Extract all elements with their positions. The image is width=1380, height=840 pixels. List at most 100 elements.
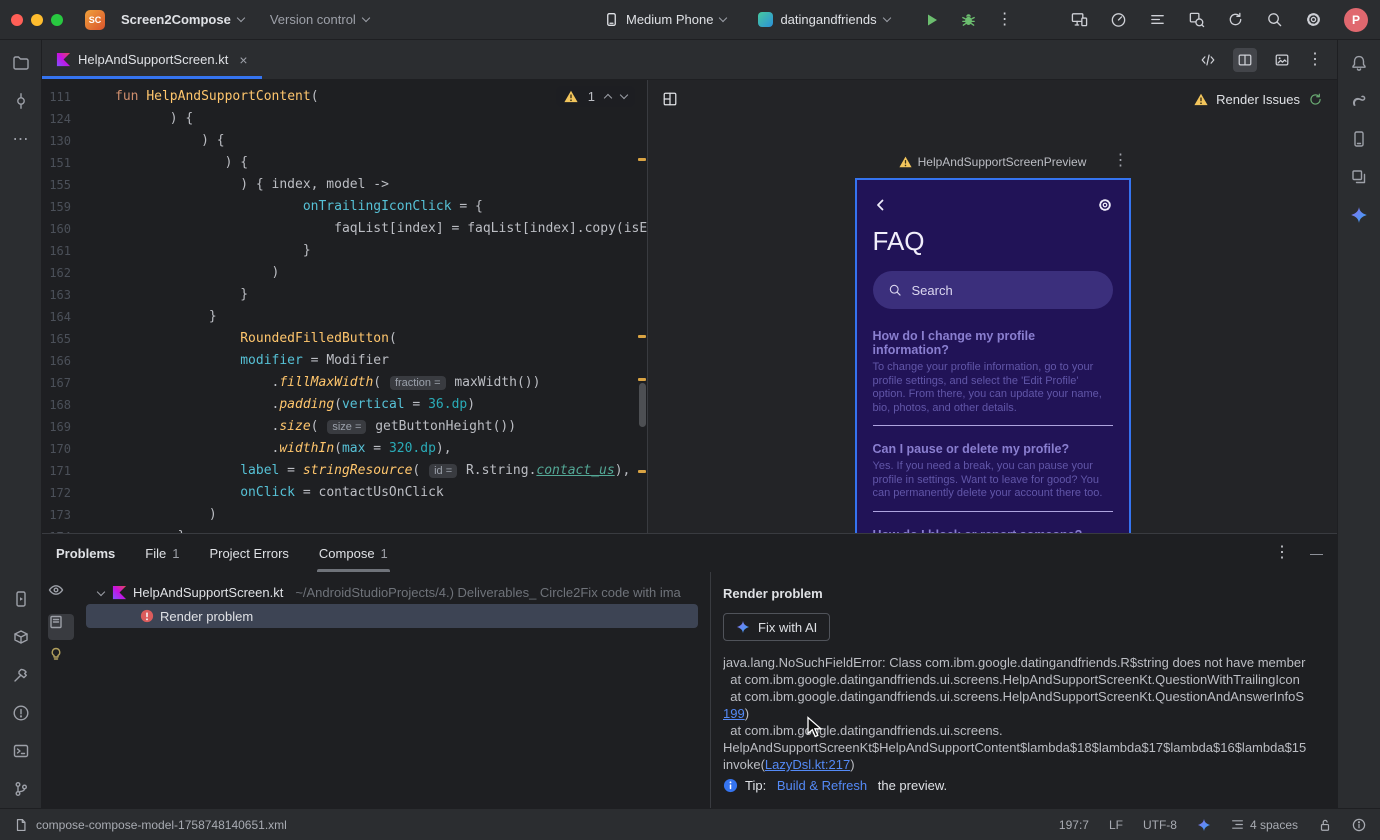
search-bar[interactable]: Search	[872, 271, 1113, 309]
code-line[interactable]: 169 .size( size = getButtonHeight())	[42, 416, 647, 438]
code-line[interactable]: 160 faqList[index] = faqList[index].copy(…	[42, 218, 647, 240]
fix-with-ai-button[interactable]: Fix with AI	[723, 613, 831, 641]
editor-scrollbar[interactable]	[639, 383, 646, 427]
tab-file[interactable]: File 1	[145, 534, 179, 572]
code-line[interactable]: 165 RoundedFilledButton(	[42, 328, 647, 350]
design-view-button[interactable]	[1270, 48, 1294, 72]
project-tool-button[interactable]	[8, 50, 34, 76]
phone-preview[interactable]: FAQ Search How do I change my profile in…	[854, 178, 1131, 534]
code-line[interactable]: 166 modifier = Modifier	[42, 350, 647, 372]
editor-tab[interactable]: HelpAndSupportScreen.kt ×	[42, 40, 262, 79]
profiler-button[interactable]	[1110, 11, 1127, 28]
code-line[interactable]: 172 onClick = contactUsOnClick	[42, 482, 647, 504]
preview-menu-icon[interactable]: ⋮	[1113, 153, 1129, 169]
stack-link[interactable]: LazyDsl.kt:217	[765, 757, 850, 772]
build-tool-button[interactable]	[8, 662, 34, 688]
zoom-window-button[interactable]	[51, 13, 63, 26]
code-line[interactable]: 163}	[42, 284, 647, 306]
render-issues-button[interactable]: Render Issues	[1194, 92, 1323, 107]
code-view-button[interactable]	[1196, 48, 1220, 72]
warning-stripe-mark[interactable]	[638, 158, 646, 161]
next-issue-icon[interactable]	[619, 90, 629, 100]
tab-project-errors[interactable]: Project Errors	[209, 534, 288, 572]
lock-open-icon[interactable]	[1318, 818, 1332, 832]
logcat-button[interactable]	[1149, 11, 1166, 28]
prev-issue-icon[interactable]	[603, 93, 613, 103]
back-icon[interactable]	[873, 197, 889, 213]
code-line[interactable]: 130) {	[42, 130, 647, 152]
device-explorer-tool-button[interactable]	[8, 624, 34, 650]
minimize-window-button[interactable]	[31, 13, 43, 26]
code-line[interactable]: 164}	[42, 306, 647, 328]
code-line[interactable]: 161}	[42, 240, 647, 262]
sync-button[interactable]	[1227, 11, 1244, 28]
faq-item[interactable]: Can I pause or delete my profile? Yes. If…	[872, 438, 1113, 512]
gear-icon[interactable]	[1097, 197, 1113, 213]
close-tab-icon[interactable]: ×	[239, 52, 247, 68]
faq-question[interactable]: How do I change my profile information?	[873, 329, 1113, 357]
settings-button[interactable]	[1305, 11, 1322, 28]
code-line[interactable]: 167 .fillMaxWidth( fraction = maxWidth())	[42, 372, 647, 394]
search-everywhere-button[interactable]	[1266, 11, 1283, 28]
running-devices-tool-button[interactable]	[8, 586, 34, 612]
stack-link[interactable]: 199	[723, 706, 745, 721]
more-run-actions-button[interactable]: ⋮	[997, 11, 1013, 28]
split-view-button[interactable]	[1233, 47, 1257, 72]
inspections-widget[interactable]: 1	[555, 86, 635, 107]
editor-options-button[interactable]: ⋮	[1307, 51, 1323, 68]
warning-stripe-mark[interactable]	[638, 378, 646, 381]
notifications-tool-button[interactable]	[1346, 50, 1372, 76]
vcs-widget[interactable]: Version control	[264, 12, 375, 27]
open-details-button[interactable]	[48, 614, 74, 640]
faq-item[interactable]: How do I change my profile information? T…	[872, 325, 1113, 426]
terminal-tool-button[interactable]	[8, 738, 34, 764]
caret-position[interactable]: 197:7	[1059, 818, 1089, 832]
tree-error-row[interactable]: Render problem	[86, 604, 698, 628]
info-circle-icon[interactable]	[1352, 818, 1366, 832]
hide-panel-button[interactable]: —	[1310, 546, 1323, 561]
resource-manager-tool-button[interactable]	[1346, 164, 1372, 190]
faq-question[interactable]: Can I pause or delete my profile?	[873, 442, 1113, 456]
code-line[interactable]: 155) { index, model ->	[42, 174, 647, 196]
panel-options-button[interactable]: ⋮	[1274, 545, 1290, 561]
gemini-tool-button[interactable]	[1346, 202, 1372, 228]
warning-stripe-mark[interactable]	[638, 470, 646, 473]
gradle-tool-button[interactable]	[1346, 88, 1372, 114]
commit-tool-button[interactable]	[8, 88, 34, 114]
close-window-button[interactable]	[11, 13, 23, 26]
line-separator[interactable]: LF	[1109, 818, 1123, 832]
code-line[interactable]: 151) {	[42, 152, 647, 174]
preview-layout-button[interactable]	[662, 91, 678, 107]
device-selector[interactable]: Medium Phone	[598, 12, 732, 27]
ai-sparkle-icon[interactable]	[1197, 818, 1211, 832]
file-encoding[interactable]: UTF-8	[1143, 818, 1177, 832]
code-line[interactable]: 173)	[42, 504, 647, 526]
code-line[interactable]: 162)	[42, 262, 647, 284]
tab-compose[interactable]: Compose 1	[316, 534, 390, 572]
code-line[interactable]: 174}	[42, 526, 647, 533]
indent-widget[interactable]: 4 spaces	[1231, 818, 1298, 832]
run-button[interactable]	[924, 12, 940, 28]
quick-fix-button[interactable]	[48, 646, 74, 672]
code-line[interactable]: 124) {	[42, 108, 647, 130]
build-refresh-link[interactable]: Build & Refresh	[777, 778, 867, 793]
version-control-tool-button[interactable]	[8, 776, 34, 802]
tree-file-row[interactable]: HelpAndSupportScreen.kt ~/AndroidStudioP…	[80, 580, 710, 604]
faq-item[interactable]: How do I block or report someone?	[873, 524, 1113, 534]
code-line[interactable]: 170 .widthIn(max = 320.dp),	[42, 438, 647, 460]
app-inspection-button[interactable]	[1188, 11, 1205, 28]
warning-stripe-mark[interactable]	[638, 335, 646, 338]
code-line[interactable]: 168 .padding(vertical = 36.dp)	[42, 394, 647, 416]
preview-issue-button[interactable]	[48, 582, 74, 608]
run-configuration-selector[interactable]: datingandfriends	[752, 12, 895, 27]
project-selector[interactable]: Screen2Compose	[115, 12, 250, 27]
device-mirroring-button[interactable]	[1071, 11, 1088, 28]
device-manager-tool-button[interactable]	[1346, 126, 1372, 152]
code-line[interactable]: 171 label = stringResource( id = R.string…	[42, 460, 647, 482]
more-tool-windows-button[interactable]: ⋯	[8, 126, 34, 152]
faq-question[interactable]: How do I block or report someone?	[873, 528, 1113, 534]
problems-tool-button[interactable]	[8, 700, 34, 726]
code-editor[interactable]: 111 fun HelpAndSupportContent(124) {130) …	[42, 80, 647, 533]
statusbar-file[interactable]: compose-compose-model-1758748140651.xml	[14, 818, 287, 832]
refresh-icon[interactable]	[1308, 92, 1323, 107]
